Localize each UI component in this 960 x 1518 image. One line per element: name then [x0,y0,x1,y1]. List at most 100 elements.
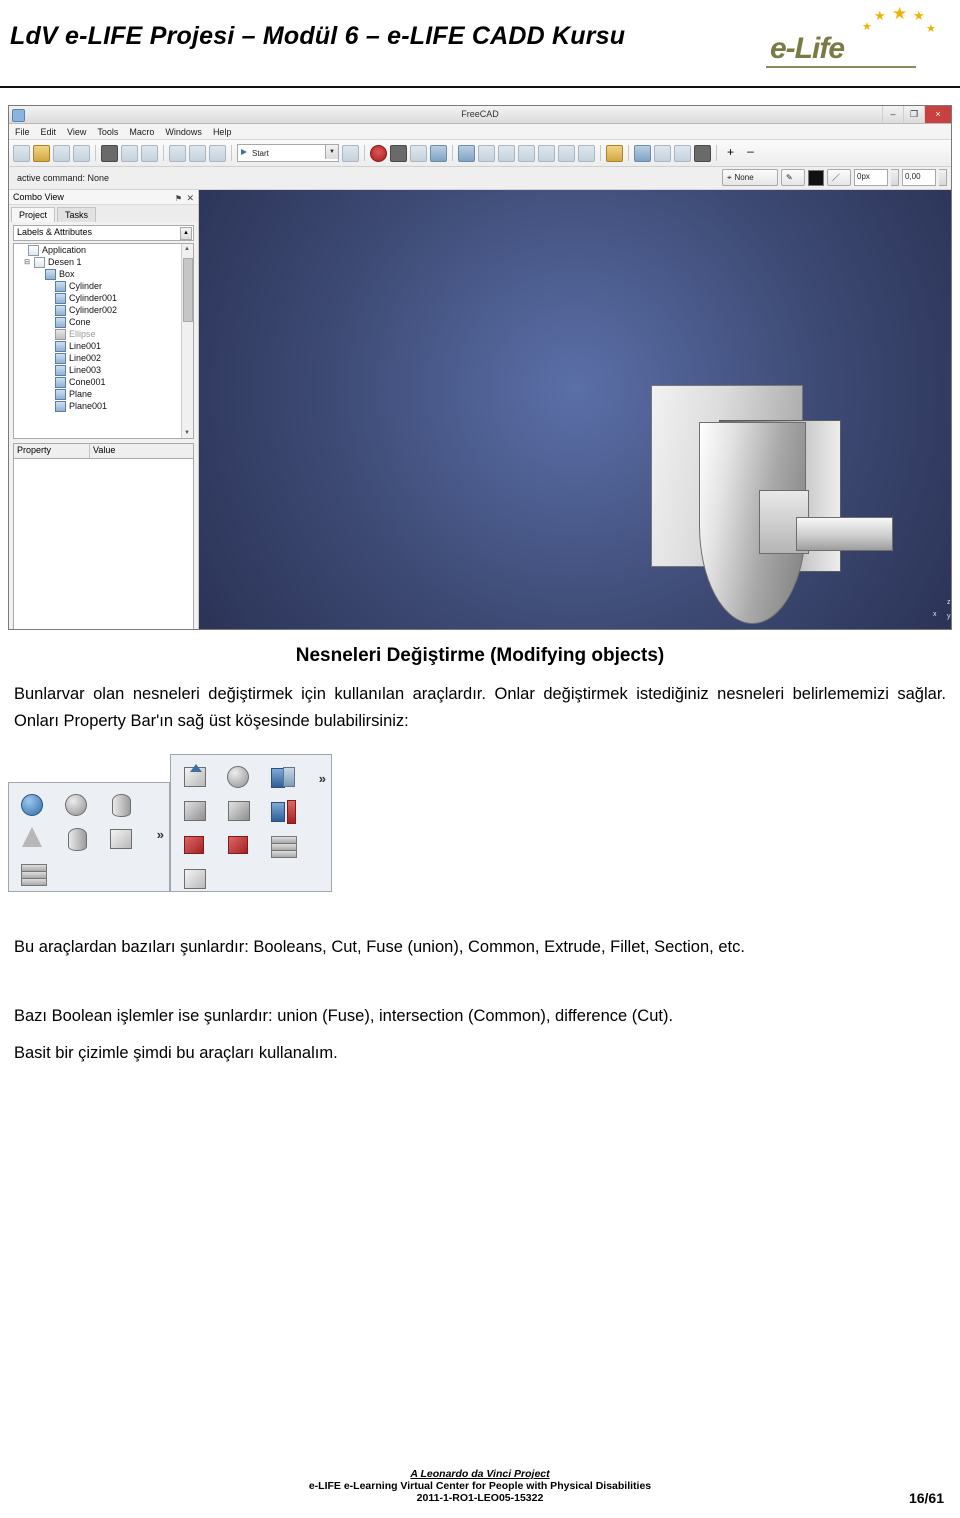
redo-icon[interactable] [189,144,206,162]
menu-item-tools[interactable]: Tools [97,127,118,137]
property-table-body[interactable] [13,459,194,629]
draw-style-button[interactable]: ✎ [781,169,805,186]
tree-item-label: Plane [69,389,93,399]
tree-item-application[interactable]: Application [14,244,193,256]
new-document-icon[interactable] [13,144,30,162]
menu-item-file[interactable]: File [15,127,30,137]
boolean-tool-icon[interactable] [179,831,213,859]
whats-this-icon[interactable] [342,144,359,162]
close-icon[interactable]: ✕ [186,191,194,205]
maximize-button[interactable]: ❐ [903,106,924,123]
cross-sections-tool-icon[interactable] [267,831,301,859]
chevron-down-icon[interactable]: ▼ [325,145,338,159]
nav-forward-icon[interactable] [674,144,691,162]
top-view-icon[interactable] [518,144,535,162]
tree-item-desen1[interactable]: ⊟ Desen 1 [14,256,193,268]
refresh-icon[interactable] [209,144,226,162]
measure-icon[interactable] [606,144,623,162]
close-button[interactable]: × [924,106,951,123]
zoom-in-icon[interactable]: + [722,145,739,162]
model-tree[interactable]: Application ⊟ Desen 1 Box Cylinder Cylin… [13,243,194,439]
line-width-field[interactable]: 0px [854,169,888,186]
modify-toolbar-overflow-chevron[interactable]: » [319,771,326,786]
save-document-icon[interactable] [53,144,70,162]
execute-macro-icon[interactable] [430,144,447,162]
tree-scrollbar[interactable]: ▲ ▼ [181,244,193,438]
menu-item-help[interactable]: Help [213,127,232,137]
stack-tool-icon[interactable] [17,859,51,887]
fit-all-icon[interactable] [458,144,475,162]
fillet-tool-icon[interactable] [179,865,213,893]
toolbar-overflow-chevron[interactable]: » [157,827,164,842]
tree-item-plane001[interactable]: Plane001 [14,400,193,412]
line-width-stepper[interactable] [891,169,899,186]
value-stepper[interactable] [939,169,947,186]
revolve-tool-icon[interactable] [223,763,257,791]
tree-item-plane[interactable]: Plane [14,388,193,400]
pin-icon[interactable]: ⚑ [175,192,182,206]
tree-item-box[interactable]: Box [14,268,193,280]
tree-item-line002[interactable]: Line002 [14,352,193,364]
bottom-view-icon[interactable] [578,144,595,162]
cone-tool-icon[interactable] [61,791,95,819]
tree-item-cylinder[interactable]: Cylinder [14,280,193,292]
tree-item-cone001[interactable]: Cone001 [14,376,193,388]
print-icon[interactable] [73,144,90,162]
cylinder-tool-icon[interactable] [61,825,95,853]
paste-icon[interactable] [141,144,158,162]
nav-back-icon[interactable] [654,144,671,162]
menu-item-windows[interactable]: Windows [165,127,202,137]
freeze-view-icon[interactable] [634,144,651,162]
menu-item-macro[interactable]: Macro [129,127,154,137]
common-tool-icon[interactable] [223,797,257,825]
3d-viewport[interactable]: z y x [199,190,951,629]
cut-tool-icon[interactable] [267,797,301,825]
app-icon [28,244,39,256]
tab-tasks[interactable]: Tasks [57,207,97,222]
edit-macro-icon[interactable] [410,144,427,162]
tree-item-cylinder002[interactable]: Cylinder002 [14,304,193,316]
record-macro-icon[interactable] [370,144,387,162]
zoom-out-icon[interactable]: – [742,144,759,162]
minimize-button[interactable]: – [882,106,903,123]
tree-item-label: Cone001 [69,377,106,387]
torus-tool-icon[interactable] [105,791,139,819]
tree-item-line001[interactable]: Line001 [14,340,193,352]
chevron-down-icon[interactable]: ▼ [184,430,190,436]
menu-item-view[interactable]: View [67,127,86,137]
workbench-selector[interactable]: Start ▼ [237,144,339,162]
extrude-tool-icon[interactable] [179,763,213,791]
value-field[interactable]: 0,00 [902,169,936,186]
tree-item-line003[interactable]: Line003 [14,364,193,376]
cut-icon[interactable] [101,144,118,162]
stop-macro-icon[interactable] [390,144,407,162]
nav-stop-icon[interactable] [694,144,711,162]
snap-selector[interactable]: ⌖ None [722,169,778,186]
scrollbar-thumb[interactable] [183,258,193,322]
tree-item-cylinder001[interactable]: Cylinder001 [14,292,193,304]
open-document-icon[interactable] [33,144,50,162]
rear-view-icon[interactable] [558,144,575,162]
section-tool-icon[interactable] [223,831,257,859]
chevron-up-icon[interactable]: ▲ [184,246,190,252]
sphere-tool-icon[interactable] [17,791,51,819]
expander-icon[interactable]: ⊟ [23,258,31,266]
right-view-icon[interactable] [538,144,555,162]
front-view-icon[interactable] [498,144,515,162]
axonometric-view-icon[interactable] [478,144,495,162]
tree-item-ellipse[interactable]: Ellipse [14,328,193,340]
copy-icon[interactable] [121,144,138,162]
color-swatch[interactable] [808,169,824,186]
main-toolbar: Start ▼ + – [9,140,951,167]
tree-item-cone[interactable]: Cone [14,316,193,328]
chevron-up-icon[interactable]: ▲ [180,227,192,240]
undo-icon[interactable] [169,144,186,162]
menu-item-edit[interactable]: Edit [41,127,57,137]
fuse-tool-icon[interactable] [179,797,213,825]
line-style-button[interactable]: ／ [827,169,851,186]
app-icon [12,109,25,122]
tab-project[interactable]: Project [11,207,56,222]
box-tool-icon[interactable] [105,825,139,853]
cone-solid-tool-icon[interactable] [17,825,51,853]
mirror-tool-icon[interactable] [267,763,301,791]
